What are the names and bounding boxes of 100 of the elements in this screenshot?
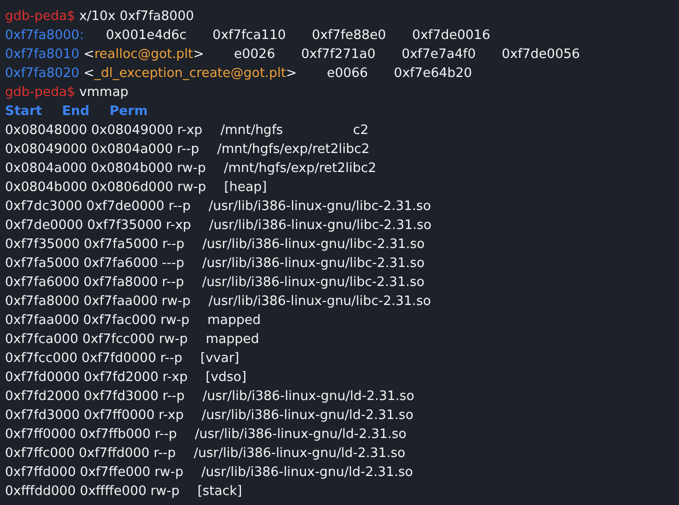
mapping-name: /usr/lib/i386-linux-gnu/libc-2.31.so (208, 293, 431, 311)
mapping-name: /usr/lib/i386-linux-gnu/libc-2.31.so (209, 217, 432, 235)
mapping-name: /usr/lib/i386-linux-gnu/libc-2.31.so (202, 236, 425, 254)
end-address: 0x0804b000 (90, 160, 173, 178)
memory-value: 0xf7de0056 (502, 46, 580, 64)
mapping-name: [stack] (197, 483, 242, 501)
permissions: r-xp (158, 407, 184, 425)
start-address: 0xf7de0000 (5, 217, 84, 235)
start-address: 0x08048000 (5, 122, 88, 140)
start-address: 0xf7ffc000 (5, 445, 75, 463)
start-address: 0xfffdd000 (5, 483, 76, 501)
memory-value: 0xf7e64b20 (394, 65, 472, 83)
end-address: 0x0806d000 (91, 179, 174, 197)
start-address: 0xf7fa6000 (5, 274, 80, 292)
permissions: r--p (154, 445, 176, 463)
end-address: 0x0804a000 (91, 141, 173, 159)
permissions: r--p (168, 198, 191, 216)
permissions: r-xp (166, 217, 192, 235)
end-address: 0xf7fd0000 (82, 350, 156, 368)
permissions: rw-p (160, 312, 190, 330)
memory-value: 0xf7f271a0 (301, 46, 376, 64)
symbol-label: <realloc@got.plt> (83, 46, 204, 64)
end-address: 0xf7fd3000 (84, 388, 158, 406)
mapping-name: mapped (206, 331, 260, 349)
mapping-name: /mnt/hgfs (220, 122, 284, 140)
end-address: 0xf7faa000 (83, 293, 158, 311)
memory-value: 0xf7e7a4f0 (402, 46, 476, 64)
column-header: Perm (109, 103, 148, 121)
end-address: 0xf7fa6000 (83, 255, 158, 273)
start-address: 0x08049000 (5, 141, 88, 159)
permissions: rw-p (176, 160, 206, 178)
mapping-name: /usr/lib/i386-linux-gnu/libc-2.31.so (202, 255, 425, 273)
permissions: rw-p (177, 179, 206, 197)
mapping-name: /mnt/hgfs/exp/ret2libc2 (224, 160, 376, 178)
mapping-name: /usr/lib/i386-linux-gnu/ld-2.31.so (194, 445, 406, 463)
mapping-name: /usr/lib/i386-linux-gnu/ld-2.31.so (201, 464, 414, 482)
permissions: rw-p (158, 331, 188, 349)
prompt: gdb-peda$ (5, 84, 76, 102)
end-address: 0xf7fac000 (83, 312, 156, 330)
mapping-name: /usr/lib/i386-linux-gnu/ld-2.31.so (202, 407, 414, 425)
mapping-name: /usr/lib/i386-linux-gnu/libc-2.31.so (202, 274, 424, 292)
start-address: 0xf7fd3000 (5, 407, 80, 425)
start-address: 0xf7fd2000 (5, 388, 80, 406)
start-address: 0xf7fa5000 (5, 255, 80, 273)
memory-address: 0xf7fa8010 (5, 46, 80, 64)
mapping-name: mapped (207, 312, 261, 330)
start-address: 0xf7fcc000 (5, 350, 78, 368)
memory-value: 0xf7fe88e0 (312, 27, 386, 45)
permissions: rw-p (150, 483, 180, 501)
end-address: 0xf7f35000 (87, 217, 162, 235)
end-address: 0xffffe000 (80, 483, 147, 501)
mapping-name: /mnt/hgfs/exp/ret2libc2 (217, 141, 370, 159)
symbol-label: <_dl_exception_create@got.plt> (83, 65, 297, 83)
permissions: r--p (154, 426, 177, 444)
start-address: 0x0804a000 (5, 160, 87, 178)
memory-address: 0xf7fa8000: (5, 27, 84, 45)
end-address: 0xf7fd2000 (84, 369, 158, 387)
start-address: 0xf7fca000 (5, 331, 78, 349)
permissions: r-xp (162, 369, 188, 387)
end-address: 0xf7ffe000 (80, 464, 150, 482)
mapping-name: /usr/lib/i386-linux-gnu/ld-2.31.so (194, 426, 407, 444)
start-address: 0x0804b000 (5, 179, 88, 197)
start-address: 0xf7ffd000 (5, 464, 76, 482)
end-address: 0xf7ffd000 (78, 445, 150, 463)
start-address: 0xf7dc3000 (5, 198, 82, 216)
memory-value: e0066 (326, 65, 368, 83)
start-address: 0xf7ff0000 (5, 426, 76, 444)
end-address: 0xf7fcc000 (82, 331, 155, 349)
permissions: r--p (162, 388, 185, 406)
permissions: rw-p (162, 293, 191, 311)
end-address: 0xf7fa8000 (83, 274, 158, 292)
memory-value: e0026 (234, 46, 276, 64)
command-text: vmmap (79, 84, 128, 102)
memory-value: 0xf7fca110 (212, 27, 286, 45)
column-header: End (62, 103, 90, 121)
start-address: 0xf7faa000 (5, 312, 80, 330)
mapping-name: [vdso] (206, 369, 246, 387)
end-address: 0xf7de0000 (86, 198, 164, 216)
column-header: Start (5, 103, 42, 121)
permissions: r--p (160, 350, 182, 368)
start-address: 0xf7f35000 (5, 236, 80, 254)
end-address: 0xf7fa5000 (84, 236, 158, 254)
permissions: r--p (162, 236, 184, 254)
memory-value: 0xf7de0016 (412, 27, 490, 45)
permissions: r-xp (177, 122, 202, 140)
permissions: r--p (176, 141, 200, 159)
end-address: 0xf7ffb000 (80, 426, 151, 444)
mapping-name: [vvar] (200, 350, 240, 368)
memory-value: 0x001e4d6c (106, 27, 187, 45)
end-address: 0xf7ff0000 (84, 407, 155, 425)
permissions: ---p (162, 255, 184, 273)
start-address: 0xf7fa8000 (5, 293, 80, 311)
memory-address: 0xf7fa8020 (5, 65, 80, 83)
mapping-name: [heap] (224, 179, 267, 197)
mapping-name-fragment: c2 (353, 122, 368, 140)
permissions: r--p (162, 274, 184, 292)
start-address: 0xf7fd0000 (5, 369, 80, 387)
permissions: rw-p (154, 464, 184, 482)
mapping-name: /usr/lib/i386-linux-gnu/libc-2.31.so (208, 198, 432, 216)
end-address: 0x08049000 (91, 122, 174, 140)
